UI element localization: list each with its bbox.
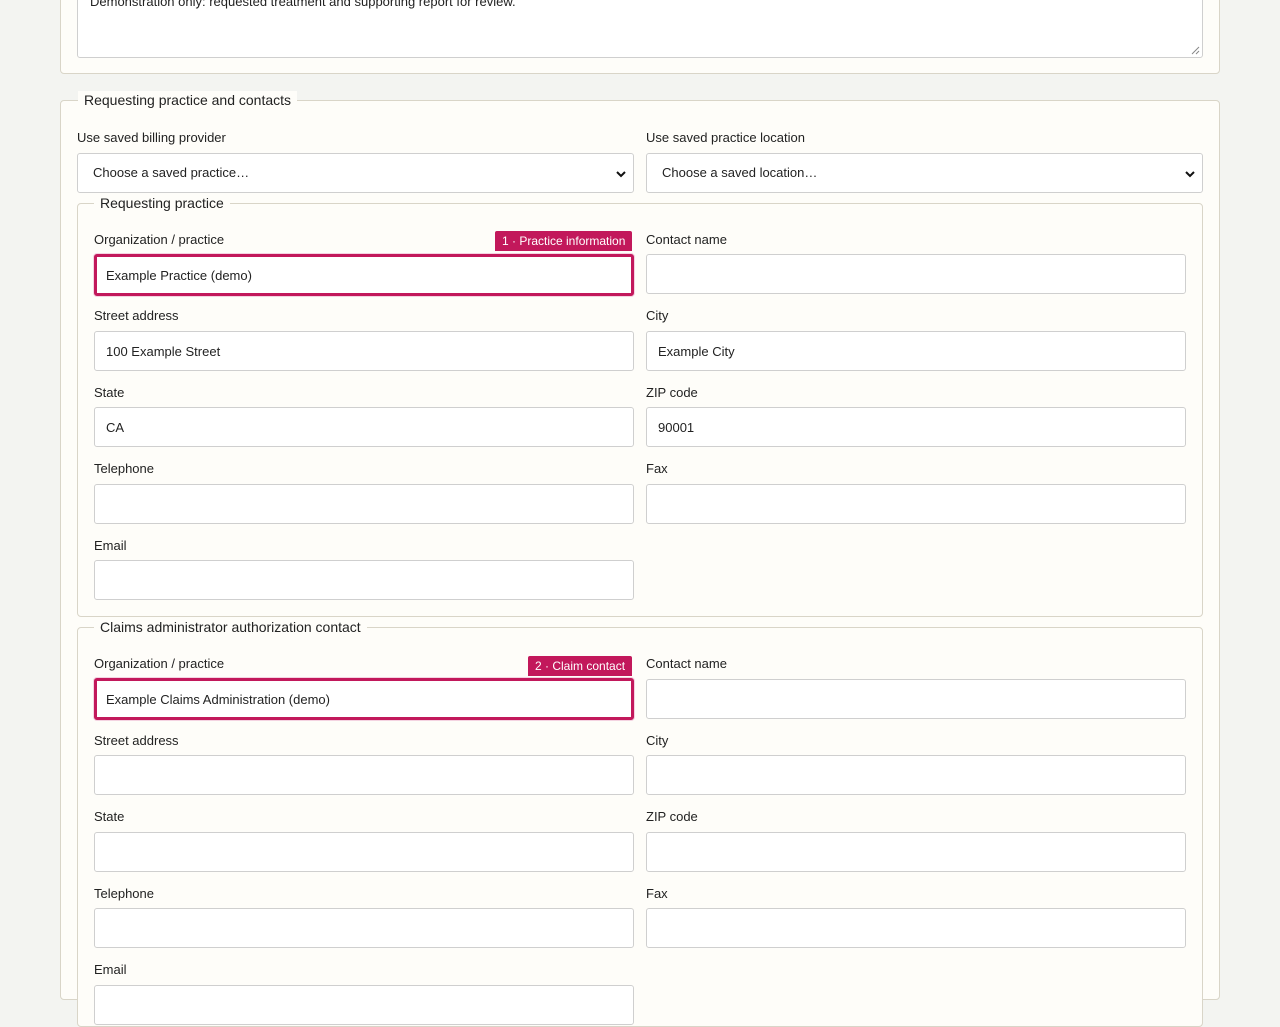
- practice-location-selected: Choose a saved location…: [662, 165, 818, 180]
- chevron-down-icon: [616, 171, 626, 178]
- cc-state-label: State: [94, 809, 125, 824]
- billing-provider-label: Use saved billing provider: [77, 130, 226, 145]
- practice-location-select[interactable]: Choose a saved location…: [646, 153, 1203, 193]
- contacts-fieldset: Requesting practice and contacts Use sav…: [60, 91, 1220, 1027]
- cc-street-input[interactable]: [94, 755, 634, 795]
- rp-state-input[interactable]: [94, 407, 634, 447]
- rp-step-badge: 1 · Practice information: [495, 231, 633, 251]
- claims-contact-legend: Claims administrator authorization conta…: [94, 618, 367, 636]
- chevron-down-icon: [1185, 171, 1195, 178]
- cc-step-badge: 2 · Claim contact: [528, 656, 633, 676]
- rp-fax-input[interactable]: [646, 484, 1186, 524]
- cc-fax-label: Fax: [646, 886, 668, 901]
- rp-contact-input[interactable]: [646, 254, 1186, 294]
- rp-state-label: State: [94, 385, 125, 400]
- practice-location-label: Use saved practice location: [646, 130, 805, 145]
- rp-org-label: Organization / practice: [94, 232, 225, 247]
- cc-email-label: Email: [94, 962, 127, 977]
- requesting-practice-fieldset: Requesting practice Organization / pract…: [77, 194, 1203, 617]
- cc-city-label: City: [646, 733, 669, 748]
- cc-city-input[interactable]: [646, 755, 1186, 795]
- rp-city-label: City: [646, 308, 669, 323]
- cc-contact-label: Contact name: [646, 656, 727, 671]
- rp-city-input[interactable]: [646, 331, 1186, 371]
- rp-fax-label: Fax: [646, 461, 668, 476]
- cc-org-input[interactable]: [94, 678, 634, 720]
- notes-text: Demonstration only: requested treatment …: [90, 0, 516, 9]
- cc-fax-input[interactable]: [646, 908, 1186, 948]
- rp-zip-label: ZIP code: [646, 385, 698, 400]
- rp-email-input[interactable]: [94, 560, 634, 600]
- rp-email-label: Email: [94, 538, 127, 553]
- rp-contact-label: Contact name: [646, 232, 727, 247]
- rp-telephone-input[interactable]: [94, 484, 634, 524]
- notes-fieldset: Demonstration only: requested treatment …: [60, 0, 1220, 74]
- notes-textarea[interactable]: Demonstration only: requested treatment …: [77, 0, 1203, 58]
- claims-contact-fieldset: Claims administrator authorization conta…: [77, 618, 1203, 1027]
- rp-zip-input[interactable]: [646, 407, 1186, 447]
- cc-zip-label: ZIP code: [646, 809, 698, 824]
- cc-email-input[interactable]: [94, 985, 634, 1025]
- billing-provider-select[interactable]: Choose a saved practice…: [77, 153, 634, 193]
- contacts-legend: Requesting practice and contacts: [78, 91, 298, 109]
- cc-telephone-input[interactable]: [94, 908, 634, 948]
- cc-street-label: Street address: [94, 733, 179, 748]
- cc-zip-input[interactable]: [646, 832, 1186, 872]
- rp-street-label: Street address: [94, 308, 179, 323]
- cc-org-label: Organization / practice: [94, 656, 225, 671]
- cc-contact-input[interactable]: [646, 679, 1186, 719]
- rp-org-input[interactable]: [94, 254, 634, 296]
- cc-telephone-label: Telephone: [94, 886, 154, 901]
- requesting-practice-legend: Requesting practice: [94, 194, 230, 212]
- resize-handle-icon[interactable]: [1190, 45, 1200, 55]
- rp-street-input[interactable]: [94, 331, 634, 371]
- rp-telephone-label: Telephone: [94, 461, 154, 476]
- cc-state-input[interactable]: [94, 832, 634, 872]
- billing-provider-selected: Choose a saved practice…: [93, 165, 250, 180]
